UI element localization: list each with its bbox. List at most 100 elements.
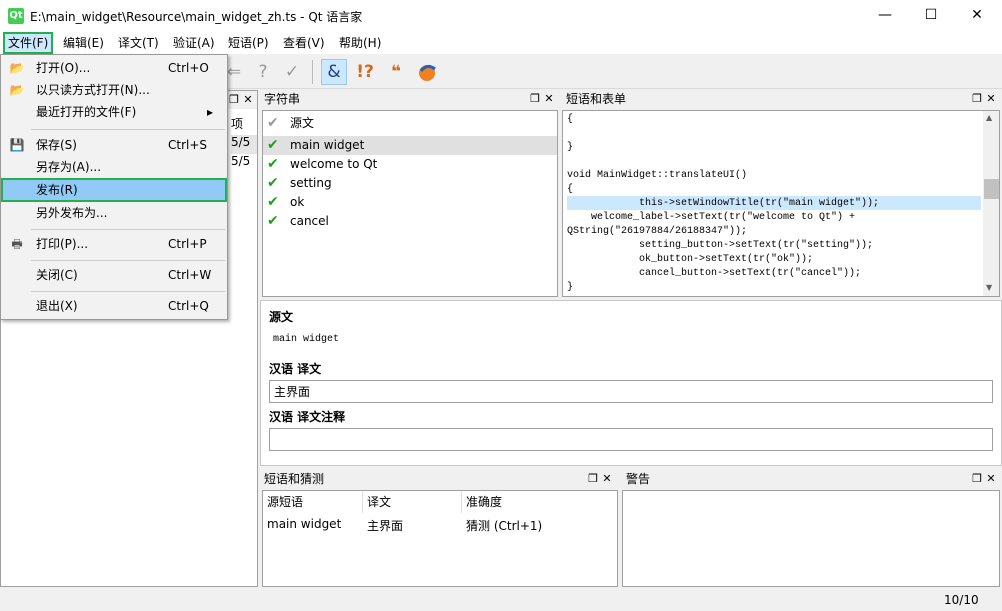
context-count-2[interactable]: 5/5 — [231, 154, 250, 168]
check-icon: ✔ — [267, 115, 279, 131]
menu-edit[interactable]: 编辑(E) — [60, 34, 107, 52]
close-icon[interactable]: ✕ — [600, 470, 614, 488]
scroll-down-icon[interactable]: ▼ — [986, 283, 992, 292]
source-code-view[interactable]: { } void MainWidget::translateUI() { thi… — [562, 110, 1000, 297]
column-header[interactable]: 源短语 — [263, 491, 363, 513]
string-text: setting — [290, 176, 332, 190]
float-icon[interactable]: ❐ — [227, 91, 241, 109]
check-icon: ✔ — [267, 137, 279, 153]
close-icon[interactable]: ✕ — [542, 90, 556, 108]
close-icon[interactable]: ✕ — [241, 91, 255, 109]
window-title: E:\main_widget\Resource\main_widget_zh.t… — [30, 10, 363, 24]
menu-validation[interactable]: 验证(A) — [170, 34, 218, 52]
menu-item-label: 打开(O)... — [36, 61, 91, 75]
menu-item-label: 发布(R) — [36, 183, 78, 197]
accelerators-icon[interactable]: & — [321, 59, 347, 85]
menu-item-label: 打印(P)... — [36, 237, 89, 251]
close-icon[interactable]: ✕ — [984, 90, 998, 108]
place-markers-icon[interactable] — [414, 59, 440, 85]
folder-open-icon: 📂 — [9, 61, 25, 75]
source-label: 源文 — [269, 310, 294, 324]
strings-dock: 字符串 ❐ ✕ ✔ 源文 ✔ main widget ✔ welcome to Q… — [260, 90, 558, 298]
menu-item-shortcut: Ctrl+P — [168, 237, 207, 251]
list-item[interactable]: ✔ setting — [263, 174, 557, 193]
menu-item-shortcut: Ctrl+W — [168, 268, 212, 282]
translation-input[interactable] — [269, 380, 993, 403]
phrase-icon[interactable]: ❝ — [383, 59, 409, 85]
translation-label: 汉语 译文 — [269, 362, 322, 376]
close-icon[interactable]: ✕ — [984, 470, 998, 488]
code-line: } — [567, 142, 574, 153]
menu-view[interactable]: 查看(V) — [280, 34, 328, 52]
column-header[interactable]: 译文 — [363, 491, 462, 513]
list-item[interactable]: ✔ welcome to Qt — [263, 155, 557, 174]
string-text: ok — [290, 195, 305, 209]
prev-icon[interactable]: ? — [250, 59, 276, 85]
menu-separator — [31, 129, 225, 130]
check-icon: ✔ — [267, 156, 279, 172]
float-icon[interactable]: ❐ — [970, 470, 984, 488]
menu-item-open-readonly[interactable]: 📂 以只读方式打开(N)... — [3, 79, 225, 101]
phrases-table[interactable]: 源短语 译文 准确度 main widget 主界面 猜测 (Ctrl+1) — [262, 490, 618, 587]
strings-dock-buttons: ❐ ✕ — [528, 90, 556, 108]
code-line: this->setWindowTitle(tr("main widget")); — [567, 198, 880, 209]
menu-item-release-as[interactable]: 另外发布为... — [3, 202, 225, 224]
float-icon[interactable]: ❐ — [586, 470, 600, 488]
save-icon: 💾 — [9, 138, 25, 152]
float-icon[interactable]: ❐ — [970, 90, 984, 108]
context-dock-buttons: ❐ ✕ — [227, 91, 255, 109]
strings-list[interactable]: ✔ 源文 ✔ main widget ✔ welcome to Qt ✔ set… — [262, 110, 558, 297]
menu-item-close[interactable]: 关闭(C) Ctrl+W — [3, 264, 225, 286]
translation-editor: 源文 main widget 汉语 译文 汉语 译文注释 — [260, 300, 1002, 466]
code-line: void MainWidget::translateUI() — [567, 170, 748, 181]
code-line: } — [567, 282, 574, 293]
column-header[interactable]: 准确度 — [462, 491, 612, 513]
menu-item-recent-files[interactable]: 最近打开的文件(F) ▸ — [3, 101, 225, 123]
code-line: { — [567, 184, 574, 195]
warnings-list[interactable] — [622, 490, 1000, 587]
menu-item-shortcut: Ctrl+O — [168, 61, 209, 75]
menu-item-exit[interactable]: 退出(X) Ctrl+Q — [3, 295, 225, 317]
vertical-scrollbar[interactable]: ▲ ▼ — [983, 111, 999, 296]
sources-dock-buttons: ❐ ✕ — [970, 90, 998, 108]
status-bar: 10/10 — [0, 589, 1002, 611]
punctuation-icon[interactable]: !? — [352, 59, 378, 85]
translator-comment-input[interactable] — [269, 428, 993, 451]
phrase-source: main widget — [267, 517, 342, 531]
folder-open-icon: 📂 — [9, 83, 25, 97]
menu-item-print[interactable]: 🖶 打印(P)... Ctrl+P — [3, 233, 225, 255]
menu-item-shortcut: Ctrl+Q — [168, 299, 209, 313]
sources-dock-title: 短语和表单 — [562, 90, 1002, 108]
minimize-button[interactable]: — — [862, 0, 908, 30]
printer-icon: 🖶 — [11, 237, 23, 251]
done-next-icon[interactable]: ✓ — [279, 59, 305, 85]
float-icon[interactable]: ❐ — [528, 90, 542, 108]
menu-separator — [31, 291, 225, 292]
menu-item-save-as[interactable]: 另存为(A)... — [3, 156, 225, 178]
phrases-dock: 短语和猜测 ❐ ✕ 源短语 译文 准确度 main widget 主界面 猜测 (… — [260, 470, 618, 588]
code-line: setting_button->setText(tr("setting")); — [567, 240, 874, 251]
menu-item-save[interactable]: 💾 保存(S) Ctrl+S — [3, 134, 225, 156]
menu-help[interactable]: 帮助(H) — [336, 34, 384, 52]
strings-header[interactable]: ✔ 源文 — [263, 114, 557, 133]
list-item[interactable]: ✔ cancel — [263, 212, 557, 231]
scroll-up-icon[interactable]: ▲ — [986, 113, 992, 122]
list-item[interactable]: ✔ ok — [263, 193, 557, 212]
menu-item-open[interactable]: 📂 打开(O)... Ctrl+O — [3, 57, 225, 79]
context-count-1[interactable]: 5/5 — [231, 135, 257, 154]
context-column-header: 项 — [231, 117, 244, 131]
menu-phrases[interactable]: 短语(P) — [225, 34, 272, 52]
close-button[interactable]: ✕ — [954, 0, 1000, 30]
list-item[interactable]: ✔ main widget — [263, 136, 557, 155]
code-line: welcome_label->setText(tr("welcome to Qt… — [567, 212, 856, 223]
menu-item-label: 最近打开的文件(F) — [36, 105, 137, 119]
menu-translation[interactable]: 译文(T) — [115, 34, 162, 52]
warnings-dock: 警告 ❐ ✕ — [622, 470, 1002, 588]
scrollbar-thumb[interactable] — [984, 179, 999, 199]
table-row[interactable]: main widget 主界面 猜测 (Ctrl+1) — [263, 515, 617, 535]
maximize-button[interactable]: ☐ — [908, 0, 954, 30]
menu-separator — [31, 229, 225, 230]
menu-file[interactable]: 文件(F) — [3, 32, 54, 54]
code-line: ok_button->setText(tr("ok")); — [567, 254, 814, 265]
menu-item-release[interactable]: 发布(R) — [1, 178, 227, 202]
